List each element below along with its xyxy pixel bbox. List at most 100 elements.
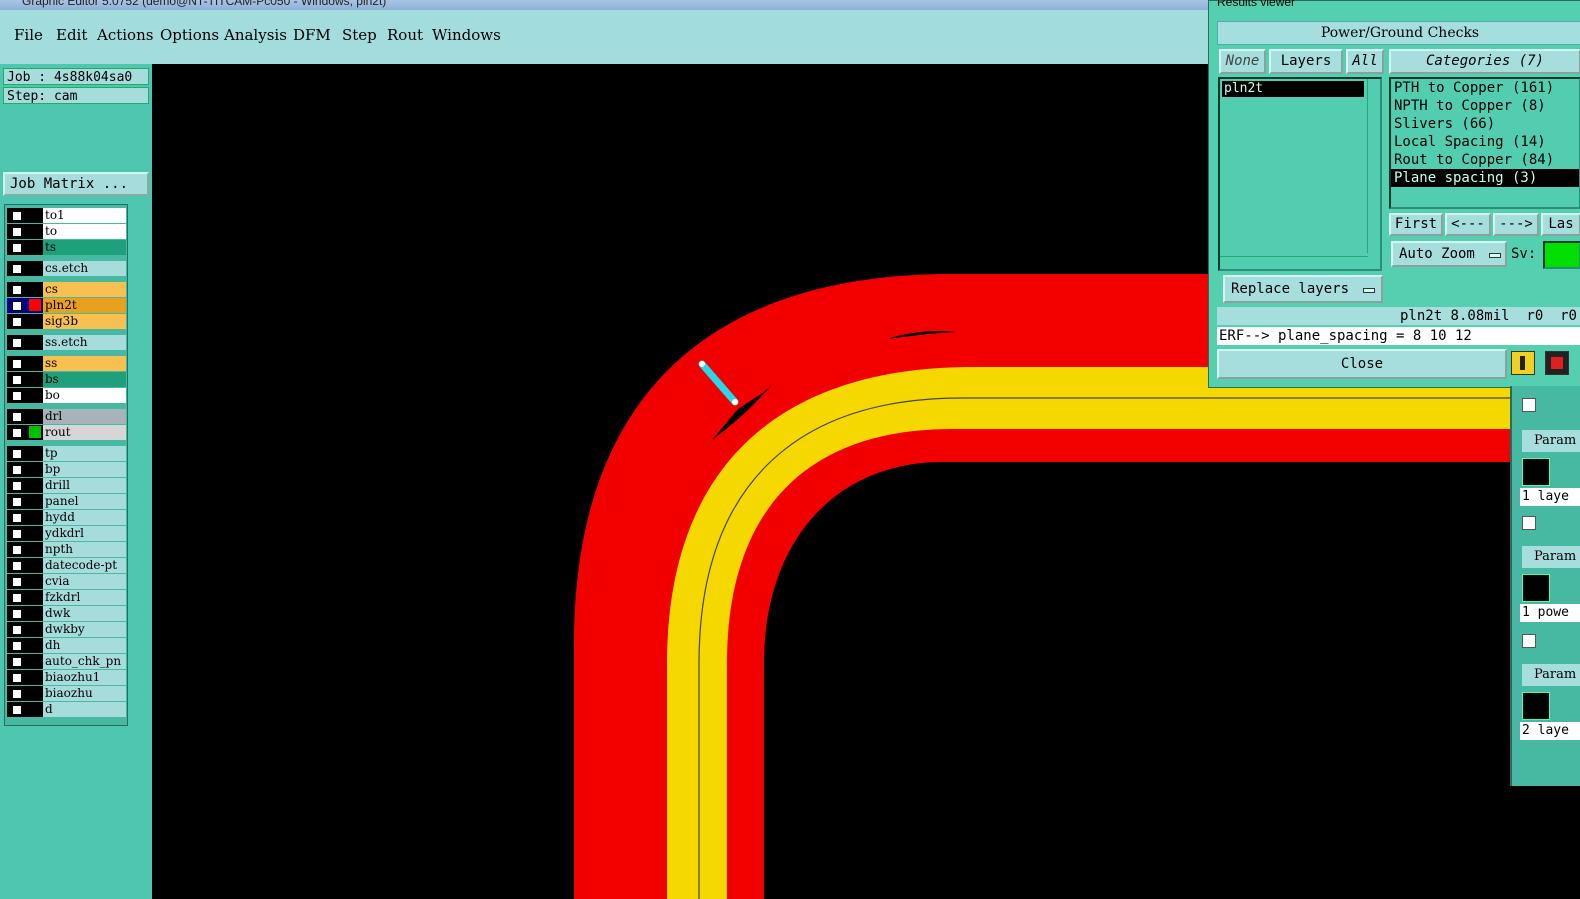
layer-row-tp[interactable]: tp xyxy=(7,446,126,461)
layer-checkbox[interactable] xyxy=(12,359,22,369)
layers-listbox[interactable]: pln2t xyxy=(1218,77,1382,271)
layer-row-pln2t[interactable]: pln2t xyxy=(7,298,126,313)
layer-checkbox[interactable] xyxy=(12,513,22,523)
layer-row-rout[interactable]: rout xyxy=(7,425,126,440)
layer-row-bs[interactable]: bs xyxy=(7,372,126,387)
layer-checkbox[interactable] xyxy=(12,285,22,295)
layer-row-cvia[interactable]: cvia xyxy=(7,574,126,589)
layer-row-drill[interactable]: drill xyxy=(7,478,126,493)
run-icon[interactable] xyxy=(1522,574,1550,602)
layer-name[interactable]: ydkdrl xyxy=(43,526,126,541)
layer-selector[interactable] xyxy=(7,574,43,589)
layer-row-datecode-pt[interactable]: datecode-pt xyxy=(7,558,126,573)
layer-name[interactable]: tp xyxy=(43,446,126,461)
layer-selector[interactable] xyxy=(7,356,43,371)
layer-selector[interactable] xyxy=(7,558,43,573)
layer-name[interactable]: cvia xyxy=(43,574,126,589)
layer-selector[interactable] xyxy=(7,372,43,387)
param-label[interactable]: Param xyxy=(1522,546,1580,568)
run-icon[interactable] xyxy=(1522,458,1550,486)
layer-selector[interactable] xyxy=(7,670,43,685)
layer-name[interactable]: sig3b xyxy=(43,314,126,329)
layer-checkbox[interactable] xyxy=(12,545,22,555)
layer-selector[interactable] xyxy=(7,526,43,541)
layer-name[interactable]: d xyxy=(43,702,126,717)
layer-checkbox[interactable] xyxy=(12,449,22,459)
layer-row-hydd[interactable]: hydd xyxy=(7,510,126,525)
layer-name[interactable]: biaozhu1 xyxy=(43,670,126,685)
layer-name[interactable]: npth xyxy=(43,542,126,557)
layer-row-d[interactable]: d xyxy=(7,702,126,717)
layer-name[interactable]: biaozhu xyxy=(43,686,126,701)
layer-checkbox[interactable] xyxy=(12,211,22,221)
layer-checkbox[interactable] xyxy=(12,412,22,422)
layer-selector[interactable] xyxy=(7,494,43,509)
layer-name[interactable]: dh xyxy=(43,638,126,653)
layer-name[interactable]: auto_chk_pn xyxy=(43,654,126,669)
auto-zoom-dropdown[interactable]: Auto Zoom xyxy=(1391,241,1507,267)
layer-name[interactable]: to1 xyxy=(43,208,126,223)
layer-row-ss.etch[interactable]: ss.etch xyxy=(7,335,126,350)
last-button[interactable]: Las xyxy=(1541,213,1580,236)
layer-selector[interactable] xyxy=(7,282,43,297)
layer-name[interactable]: drl xyxy=(43,409,126,424)
param-label[interactable]: Param xyxy=(1522,664,1580,686)
layer-name[interactable]: bo xyxy=(43,388,126,403)
highlight-icon[interactable] xyxy=(1511,351,1535,375)
menu-options[interactable]: Options xyxy=(160,26,219,44)
layer-row-dwk[interactable]: dwk xyxy=(7,606,126,621)
layer-row-npth[interactable]: npth xyxy=(7,542,126,557)
menu-file[interactable]: File xyxy=(14,26,43,44)
next-button[interactable]: ---> xyxy=(1493,213,1539,236)
layer-row-ss[interactable]: ss xyxy=(7,356,126,371)
layer-name[interactable]: dwkby xyxy=(43,622,126,637)
menu-actions[interactable]: Actions xyxy=(97,26,153,44)
layers-hscrollbar[interactable] xyxy=(1220,256,1368,269)
layer-name[interactable]: cs.etch xyxy=(43,261,126,276)
layer-checkbox[interactable] xyxy=(12,391,22,401)
layer-checkbox[interactable] xyxy=(12,317,22,327)
layer-row-cs.etch[interactable]: cs.etch xyxy=(7,261,126,276)
layer-checkbox[interactable] xyxy=(12,577,22,587)
layer-row-biaozhu1[interactable]: biaozhu1 xyxy=(7,670,126,685)
layer-selector[interactable] xyxy=(7,686,43,701)
menu-edit[interactable]: Edit xyxy=(56,26,87,44)
layer-row-dh[interactable]: dh xyxy=(7,638,126,653)
layer-selector[interactable] xyxy=(7,446,43,461)
category-item[interactable]: Slivers (66) xyxy=(1391,115,1579,133)
layer-item-pln2t[interactable]: pln2t xyxy=(1222,81,1364,97)
layer-selector[interactable] xyxy=(7,638,43,653)
layer-row-to1[interactable]: to1 xyxy=(7,208,126,223)
menu-step[interactable]: Step xyxy=(342,26,377,44)
enable-checkbox[interactable] xyxy=(1522,398,1536,412)
enable-checkbox[interactable] xyxy=(1522,516,1536,530)
layer-checkbox[interactable] xyxy=(12,338,22,348)
layer-checkbox[interactable] xyxy=(12,625,22,635)
layer-name[interactable]: dwk xyxy=(43,606,126,621)
layer-selector[interactable] xyxy=(7,606,43,621)
layer-name[interactable]: drill xyxy=(43,478,126,493)
layer-row-drl[interactable]: drl xyxy=(7,409,126,424)
layer-checkbox[interactable] xyxy=(12,481,22,491)
layer-name[interactable]: ts xyxy=(43,240,126,255)
layer-selector[interactable] xyxy=(7,314,43,329)
layer-checkbox[interactable] xyxy=(12,497,22,507)
layer-checkbox[interactable] xyxy=(12,301,22,311)
layer-checkbox[interactable] xyxy=(12,227,22,237)
layer-name[interactable]: ss.etch xyxy=(43,335,126,350)
category-item-selected[interactable]: Plane spacing (3) xyxy=(1391,169,1579,187)
layer-row-to[interactable]: to xyxy=(7,224,126,239)
prev-button[interactable]: <--- xyxy=(1445,213,1491,236)
layer-row-bp[interactable]: bp xyxy=(7,462,126,477)
close-button[interactable]: Close xyxy=(1217,349,1507,379)
layer-checkbox[interactable] xyxy=(12,243,22,253)
layer-selector[interactable] xyxy=(7,542,43,557)
layer-row-sig3b[interactable]: sig3b xyxy=(7,314,126,329)
menu-windows[interactable]: Windows xyxy=(432,26,501,44)
menu-dfm[interactable]: DFM xyxy=(293,26,331,44)
layer-selector[interactable] xyxy=(7,702,43,717)
categories-listbox[interactable]: PTH to Copper (161) NPTH to Copper (8) S… xyxy=(1389,77,1580,209)
layer-selector[interactable] xyxy=(7,590,43,605)
param-label[interactable]: Param xyxy=(1522,430,1580,452)
layer-name[interactable]: pln2t xyxy=(43,298,126,313)
